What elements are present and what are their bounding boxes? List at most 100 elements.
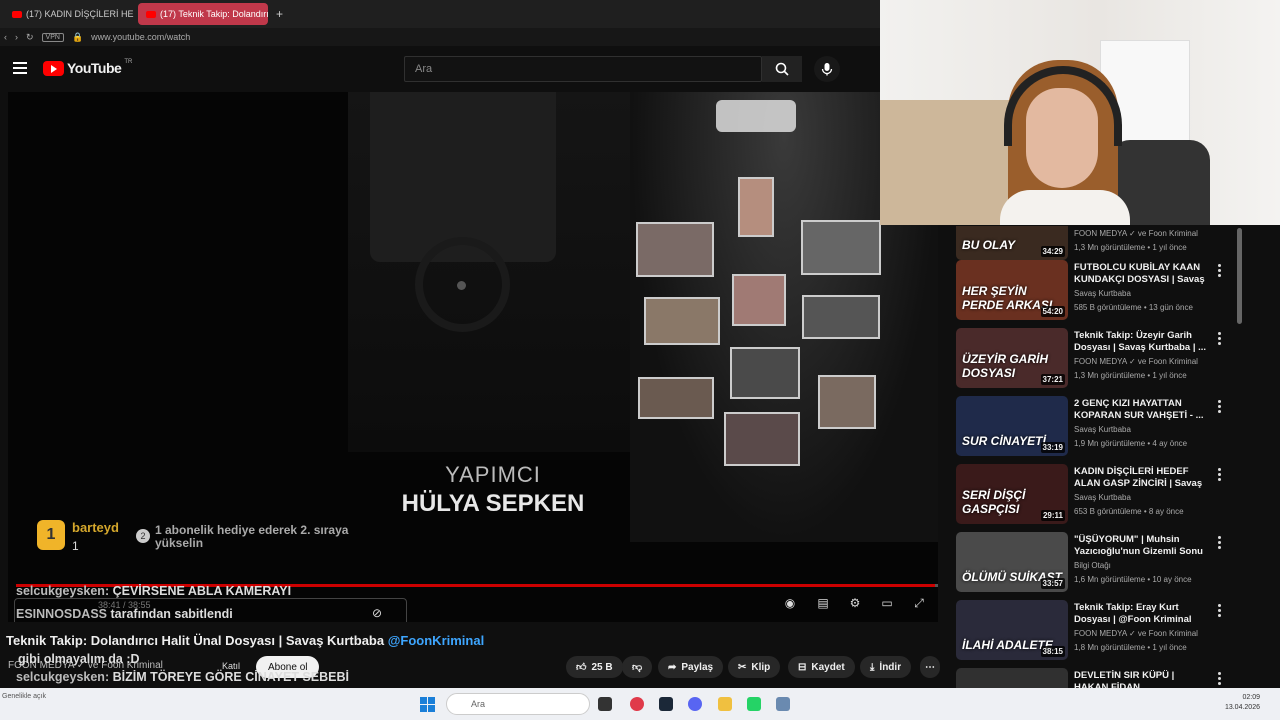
recommendation-channel[interactable]: FOON MEDYA ✓ ve Foon Kriminal (1074, 357, 1198, 366)
settings-gear-icon[interactable]: ⚙ (846, 596, 864, 610)
vpn-badge[interactable]: VPN (41, 32, 64, 42)
fullscreen-icon[interactable]: ⤢ (910, 596, 928, 610)
youtube-logo[interactable]: YouTube TR (43, 59, 133, 76)
title-mention-link[interactable]: @FoonKriminal (388, 633, 484, 648)
windows-start-icon[interactable] (420, 697, 435, 712)
chat-text: ÇEVİRSENE ABLA KAMERAYI (112, 584, 292, 598)
clip-button[interactable]: ✂ Klip (728, 656, 781, 678)
taskbar-clock[interactable]: 02:09 13.04.2026 (1214, 693, 1260, 713)
more-options-icon[interactable] (1218, 332, 1222, 345)
evidence-photo (638, 377, 714, 419)
miniplayer-icon[interactable]: ▭ (878, 596, 896, 610)
opera-browser-icon[interactable] (630, 697, 644, 711)
new-tab-button[interactable]: + (276, 7, 283, 21)
recommendation-item[interactable]: ÜZEYİR GARİH DOSYASI 37:21 Teknik Takip: Ü… (956, 328, 1276, 388)
video-duration: 37:21 (1040, 374, 1065, 385)
recommendation-thumbnail[interactable]: SUR CİNAYETİ 33:19 (956, 396, 1068, 456)
taskview-icon[interactable] (598, 697, 612, 711)
recommendation-thumbnail[interactable] (956, 668, 1068, 688)
more-options-icon[interactable] (1218, 468, 1222, 481)
subtitles-icon[interactable]: ▤ (814, 596, 832, 610)
autoplay-toggle-icon[interactable]: ◉ (781, 596, 799, 610)
recommendation-title[interactable]: Teknik Takip: Üzeyir Garih Dosyası | Sav… (1074, 330, 1209, 354)
recommendation-title[interactable]: 2 GENÇ KIZI HAYATTAN KOPARAN SUR VAHŞETİ… (1074, 398, 1209, 422)
reload-icon[interactable]: ↻ (26, 32, 34, 43)
recommendation-item[interactable]: HER ŞEYİN PERDE ARKASI 54:20 FUTBOLCU KUBİ… (956, 260, 1276, 320)
recommendation-channel[interactable]: Bilgi Otağı (1074, 561, 1111, 570)
discord-icon[interactable] (688, 697, 702, 711)
microphone-icon (821, 63, 833, 76)
recommendation-channel[interactable]: Savaş Kurtbaba (1074, 425, 1131, 434)
chat-message: selcukgeysken: BİZİM TÖREYE GÖRE CİNAYET… (16, 670, 349, 684)
tab-teknik-takip[interactable]: (17) Teknik Takip: Dolandırıcı (138, 3, 268, 25)
voice-search-button[interactable] (814, 56, 840, 82)
recommendation-thumbnail[interactable]: ÜZEYİR GARİH DOSYASI 37:21 (956, 328, 1068, 388)
video-player[interactable]: YAPIMCI HÜLYA SEPKEN 1 barteyd 1 2 1 abo… (8, 92, 938, 622)
more-horizontal-icon: ⋯ (925, 661, 935, 673)
chat-username: ESINNOSDASS (16, 607, 107, 621)
file-explorer-icon[interactable] (718, 697, 732, 711)
recommendation-item[interactable]: SUR CİNAYETİ 33:19 2 GENÇ KIZI HAYATTAN KO… (956, 396, 1276, 456)
taskbar-weather[interactable]: Genelikle açık (2, 692, 46, 701)
tab-kadin-disciler[interactable]: (17) KADIN DİŞÇİLERİ HEDEF (4, 3, 134, 25)
taskbar-search-input[interactable]: Ara (446, 693, 590, 715)
recommendation-thumbnail[interactable]: SERİ DİŞÇİ GASPÇISI 29:11 (956, 464, 1068, 524)
settings-app-icon[interactable] (776, 697, 790, 711)
recommendation-title[interactable]: "ÜŞÜYORUM" | Muhsin Yazıcıoğlu'nun Gizem… (1074, 534, 1209, 558)
save-button[interactable]: ⊟ Kaydet (788, 656, 855, 678)
more-options-icon[interactable] (1218, 264, 1222, 277)
search-icon (775, 62, 789, 76)
whatsapp-icon[interactable] (747, 697, 761, 711)
save-label: Kaydet (811, 661, 845, 673)
dislike-button[interactable]: 👎︎ (622, 656, 653, 678)
recommendation-channel[interactable]: Savaş Kurtbaba (1074, 493, 1131, 502)
more-options-icon[interactable] (1218, 672, 1222, 685)
recommendation-item[interactable]: İLAHİ ADALETE 38:15 Teknik Takip: Eray Kur… (956, 600, 1276, 660)
recommendation-thumbnail[interactable]: BU OLAY 34:29 (956, 226, 1068, 260)
hamburger-menu-icon[interactable] (13, 62, 27, 74)
forward-icon[interactable]: › (15, 32, 18, 42)
recommendation-title[interactable]: FUTBOLCU KUBİLAY KAAN KUNDAKÇI DOSYASI |… (1074, 262, 1209, 286)
video-duration: 38:15 (1040, 646, 1065, 657)
recommendation-item[interactable]: BU OLAY 34:29 FOON MEDYA ✓ ve Foon Krimina… (956, 226, 1276, 260)
more-actions-button[interactable]: ⋯ (920, 656, 940, 678)
recommendation-channel[interactable]: Savaş Kurtbaba (1074, 289, 1131, 298)
recommendation-title[interactable]: DEVLETİN SIR KÜPÜ | HAKAN FİDAN (1074, 670, 1209, 688)
search-button[interactable] (762, 56, 802, 82)
recommendation-channel[interactable]: FOON MEDYA ✓ ve Foon Kriminal (1074, 629, 1198, 638)
back-icon[interactable]: ‹ (4, 32, 7, 42)
recommendation-item[interactable]: DEVLETİN SIR KÜPÜ | HAKAN FİDAN (956, 668, 1276, 688)
thumbs-up-icon: 👍︎ (576, 662, 587, 673)
download-label: İndir (879, 661, 902, 673)
region-code: TR (124, 59, 133, 65)
more-options-icon[interactable] (1218, 604, 1222, 617)
search-input[interactable]: Ara (404, 56, 762, 82)
download-button[interactable]: ⤓ İndir (860, 656, 912, 678)
recommendation-title[interactable]: Teknik Takip: Eray Kurt Dosyası | @Foon … (1074, 602, 1209, 626)
recommendation-thumbnail[interactable]: ÖLÜMÜ SUİKAST 33:57 (956, 532, 1068, 592)
more-options-icon[interactable] (1218, 400, 1222, 413)
video-duration: 29:11 (1040, 510, 1065, 521)
sidebar-scrollbar[interactable] (1237, 228, 1242, 324)
like-button[interactable]: 👍︎ 25 B (566, 656, 623, 678)
hide-chat-icon[interactable]: ⊘ (372, 606, 382, 620)
recommendation-meta: 585 B görüntüleme • 13 gün önce (1074, 303, 1193, 312)
evidence-photo (818, 375, 876, 429)
recommendation-meta: 1,6 Mn görüntüleme • 10 ay önce (1074, 575, 1192, 584)
webcam-overlay (880, 0, 1280, 225)
evidence-photo (644, 297, 720, 345)
recommendation-title[interactable]: KADIN DİŞÇİLERİ HEDEF ALAN GASP ZİNCİRİ … (1074, 466, 1209, 490)
chat-pinned: ESINNOSDASS tarafından sabitlendi (16, 607, 233, 621)
url-field[interactable]: www.youtube.com/watch (91, 32, 190, 42)
more-options-icon[interactable] (1218, 536, 1222, 549)
windows-taskbar: Genelikle açık Ara 02:09 13.04.2026 (0, 688, 1280, 720)
recommendation-thumbnail[interactable]: HER ŞEYİN PERDE ARKASI 54:20 (956, 260, 1068, 320)
share-button[interactable]: ➦ Paylaş (658, 656, 724, 678)
video-title: Teknik Takip: Dolandırıcı Halit Ünal Dos… (6, 633, 484, 648)
clock-date: 13.04.2026 (1224, 704, 1260, 711)
steam-icon[interactable] (659, 697, 673, 711)
recommendation-channel[interactable]: FOON MEDYA ✓ ve Foon Kriminal (1074, 229, 1198, 238)
recommendation-thumbnail[interactable]: İLAHİ ADALETE 38:15 (956, 600, 1068, 660)
recommendation-item[interactable]: ÖLÜMÜ SUİKAST 33:57 "ÜŞÜYORUM" | Muhsin Ya… (956, 532, 1276, 592)
recommendation-item[interactable]: SERİ DİŞÇİ GASPÇISI 29:11 KADIN DİŞÇİLERİ … (956, 464, 1276, 524)
